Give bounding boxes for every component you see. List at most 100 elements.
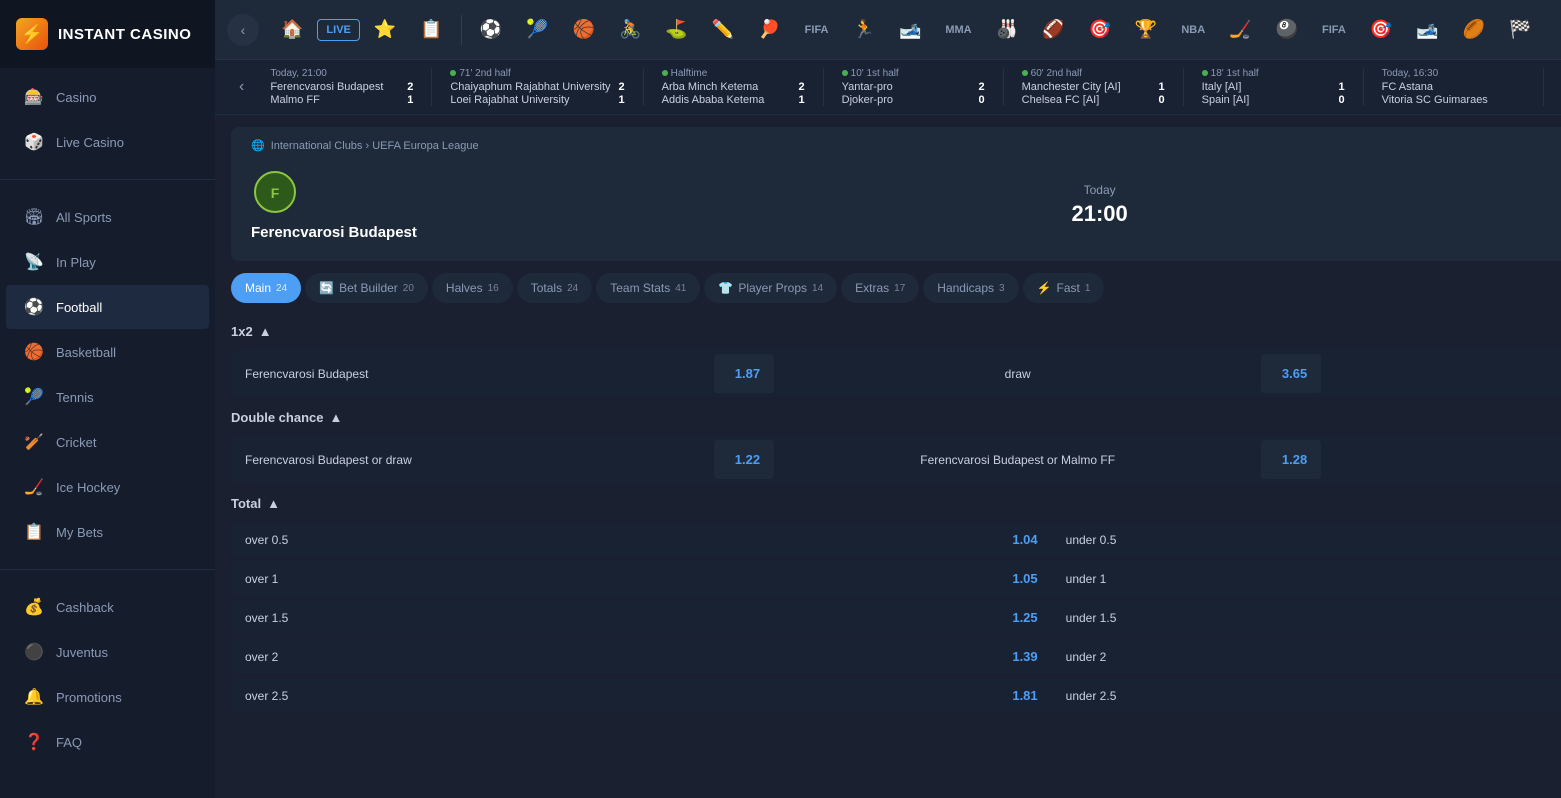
tab-main[interactable]: Main 24: [231, 273, 301, 303]
nav-flag-button[interactable]: 🏁: [1499, 11, 1541, 48]
sidebar: ⚡ INSTANT CASINO 🎰 Casino 🎲 Live Casino …: [0, 0, 215, 798]
nav-golf-button[interactable]: ⛳: [655, 11, 697, 48]
nav-hockey-button[interactable]: 🏒: [1219, 11, 1261, 48]
collapse-sidebar-button[interactable]: ‹: [227, 14, 259, 46]
tab-main-label: Main: [245, 281, 271, 295]
total-over-odd-2[interactable]: 1.25: [982, 600, 1052, 635]
ticker-team-away-4: Chelsea FC [AI]: [1022, 94, 1100, 106]
betting-content: 1x2 ▲ 📌 Ferencvarosi Budapest 1.87 draw …: [215, 303, 1561, 729]
sidebar-item-faq[interactable]: ❓ FAQ: [6, 720, 209, 764]
nav-tennis-button[interactable]: 🎾: [516, 11, 558, 48]
section-double-chance-title[interactable]: Double chance ▲: [231, 410, 342, 425]
bet-home-odd[interactable]: 1.87: [714, 354, 774, 393]
nav-nba-button[interactable]: NBA: [1171, 16, 1215, 44]
nav-rugby-button[interactable]: 🏉: [1453, 11, 1495, 48]
section-total-title[interactable]: Total ▲: [231, 496, 280, 511]
nav-favorites-button[interactable]: ⭐: [364, 11, 406, 48]
sidebar-item-in-play[interactable]: 📡 In Play: [6, 240, 209, 284]
ticker-arrow-left[interactable]: ‹: [231, 78, 252, 96]
sidebar-item-football[interactable]: ⚽ Football: [6, 285, 209, 329]
sidebar-item-cashback[interactable]: 💰 Cashback: [6, 585, 209, 629]
total-over-odd-4[interactable]: 1.81: [982, 678, 1052, 713]
ticker-match-5[interactable]: 18' 1st half Italy [AI] 1 Spain [AI] 0: [1184, 68, 1364, 106]
ticker-match-3[interactable]: 10' 1st half Yantar-pro 2 Djoker-pro 0: [824, 68, 1004, 106]
ticker-team-away-6: Vitoria SC Guimaraes: [1382, 94, 1488, 106]
sidebar-item-live-casino[interactable]: 🎲 Live Casino: [6, 120, 209, 164]
section-total-header: Total ▲ 📌: [231, 487, 1561, 522]
section-1x2-title[interactable]: 1x2 ▲: [231, 324, 272, 339]
nav-skiing-button[interactable]: 🎿: [889, 11, 931, 48]
sidebar-item-label: Tennis: [56, 390, 94, 405]
nav-fifa2-button[interactable]: FIFA: [1312, 16, 1356, 44]
bet-row-1x2: Ferencvarosi Budapest 1.87 draw 3.65 Mal…: [231, 350, 1561, 397]
nav-bowling-button[interactable]: 🎳: [986, 11, 1028, 48]
nav-fifa-button[interactable]: FIFA: [795, 16, 839, 44]
sidebar-item-juventus[interactable]: ⚫ Juventus: [6, 630, 209, 674]
total-under-label-3: under 2: [1052, 640, 1561, 674]
nav-americanfootball-button[interactable]: 🏈: [1032, 11, 1074, 48]
nav-ski2-button[interactable]: 🎿: [1406, 11, 1448, 48]
nav-cycling-button[interactable]: 🚴: [609, 11, 651, 48]
tab-totals[interactable]: Totals 24: [517, 273, 592, 303]
ticker-row-away-5: Spain [AI] 0: [1202, 94, 1345, 106]
nav-darts-button[interactable]: 🎯: [1078, 11, 1120, 48]
total-row-1: over 1 1.05 under 1 8.60: [231, 561, 1561, 596]
nav-billiards-button[interactable]: 🎱: [1266, 11, 1308, 48]
nav-trophy-button[interactable]: 🏆: [1125, 11, 1167, 48]
total-over-odd-1[interactable]: 1.05: [982, 561, 1052, 596]
sidebar-item-ice-hockey[interactable]: 🏒 Ice Hockey: [6, 465, 209, 509]
nav-live-button[interactable]: LIVE: [317, 19, 359, 41]
bet-draw-odd[interactable]: 3.65: [1261, 354, 1321, 393]
ticker-match-7[interactable]: Today, 18:45 Besiktas Istanbul Maccabi T…: [1544, 68, 1561, 106]
sidebar-item-promotions[interactable]: 🔔 Promotions: [6, 675, 209, 719]
nav-basketball-button[interactable]: 🏀: [563, 11, 605, 48]
team-home-name: Ferencvarosi Budapest: [251, 224, 417, 241]
sidebar-item-label: Promotions: [56, 690, 122, 705]
sidebar-divider: [0, 179, 215, 180]
sidebar-item-cricket[interactable]: 🏏 Cricket: [6, 420, 209, 464]
live-dot-3: [842, 70, 848, 76]
tab-fast[interactable]: ⚡ Fast 1: [1023, 273, 1105, 303]
ticker-match-4[interactable]: 60' 2nd half Manchester City [AI] 1 Chel…: [1004, 68, 1184, 106]
nav-mma-button[interactable]: MMA: [935, 16, 981, 44]
nav-list-button[interactable]: 📋: [410, 11, 452, 48]
tab-handicaps[interactable]: Handicaps 3: [923, 273, 1018, 303]
ticker-teams-6: FC Astana Vitoria SC Guimaraes: [1382, 81, 1525, 106]
dc-opt1-odd[interactable]: 1.22: [714, 440, 774, 479]
ticker-team-away-2: Addis Ababa Ketema: [662, 94, 765, 106]
total-over-odd-3[interactable]: 1.39: [982, 639, 1052, 674]
sidebar-item-basketball[interactable]: 🏀 Basketball: [6, 330, 209, 374]
sidebar-item-my-bets[interactable]: 📋 My Bets: [6, 510, 209, 554]
nav-home-button[interactable]: 🏠: [271, 11, 313, 48]
tab-halves[interactable]: Halves 16: [432, 273, 513, 303]
tab-extras[interactable]: Extras 17: [841, 273, 919, 303]
nav-target-button[interactable]: 🎯: [1360, 11, 1402, 48]
ticker-row-away-6: Vitoria SC Guimaraes: [1382, 94, 1525, 106]
ticker-match-0[interactable]: Today, 21:00 Ferencvarosi Budapest 2 Mal…: [252, 68, 432, 106]
match-hero: 🌐 International Clubs › UEFA Europa Leag…: [231, 127, 1561, 261]
ticker-match-1[interactable]: 71' 2nd half Chaiyaphum Rajabhat Univers…: [432, 68, 643, 106]
tab-bet-builder[interactable]: 🔄 Bet Builder 20: [305, 273, 428, 303]
ticker-team-home-3: Yantar-pro: [842, 81, 893, 93]
sidebar-item-tennis[interactable]: 🎾 Tennis: [6, 375, 209, 419]
ticker-match-2[interactable]: Halftime Arba Minch Ketema 2 Addis Ababa…: [644, 68, 824, 106]
dc-opt2-odd[interactable]: 1.28: [1261, 440, 1321, 479]
nav-running-button[interactable]: 🏃: [843, 11, 885, 48]
nav-pencil-button[interactable]: ✏️: [702, 11, 744, 48]
sidebar-item-casino[interactable]: 🎰 Casino: [6, 75, 209, 119]
nav-football-button[interactable]: ⚽: [470, 11, 512, 48]
ticker-score-home-0: 2: [407, 81, 413, 93]
svg-text:F: F: [271, 185, 280, 201]
total-over-odd-0[interactable]: 1.04: [982, 522, 1052, 557]
bet-draw-label: draw: [778, 355, 1257, 393]
ticker-time-3: 10' 1st half: [842, 68, 985, 79]
sidebar-item-all-sports[interactable]: 🏟 All Sports: [6, 195, 209, 239]
dc-opt3-label: draw or Malmo FF: [1325, 441, 1561, 479]
tab-team-stats[interactable]: Team Stats 41: [596, 273, 700, 303]
player-props-icon: 👕: [718, 281, 733, 295]
nav-tabletennis-button[interactable]: 🏓: [748, 11, 790, 48]
team-home-badge: F: [251, 168, 299, 216]
tab-player-props[interactable]: 👕 Player Props 14: [704, 273, 837, 303]
ticker-match-6[interactable]: Today, 16:30 FC Astana Vitoria SC Guimar…: [1364, 68, 1544, 106]
ticker-time-6: Today, 16:30: [1382, 68, 1525, 79]
